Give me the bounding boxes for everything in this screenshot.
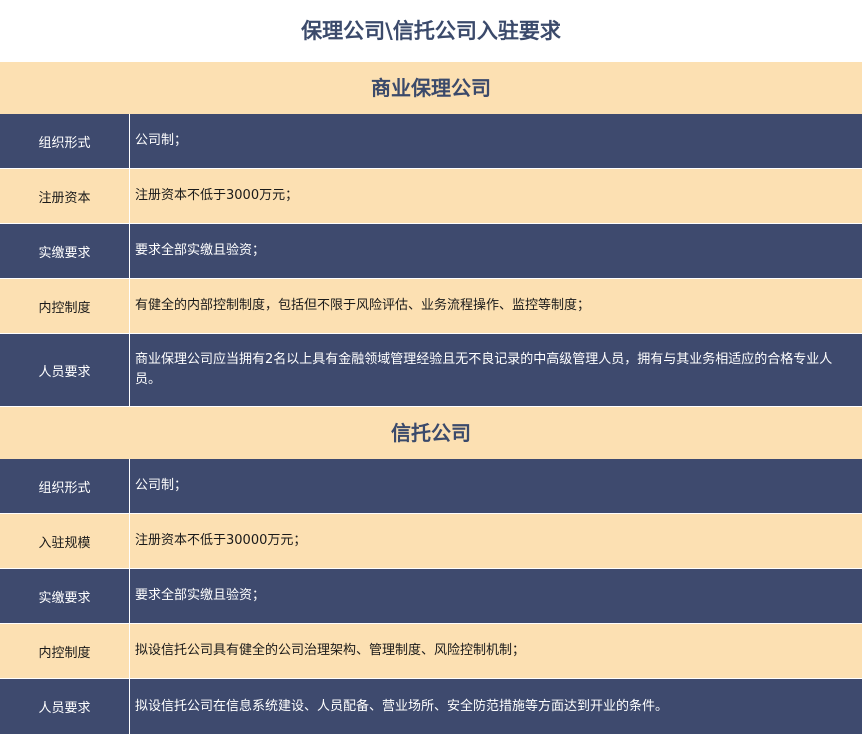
table-row: 注册资本 注册资本不低于3000万元； bbox=[0, 169, 862, 224]
table-row: 人员要求 拟设信托公司在信息系统建设、人员配备、营业场所、安全防范措施等方面达到… bbox=[0, 679, 862, 735]
table-row: 实缴要求 要求全部实缴且验资； bbox=[0, 224, 862, 279]
row-value: 注册资本不低于3000万元； bbox=[135, 188, 299, 203]
table-row: 组织形式 公司制； bbox=[0, 114, 862, 169]
row-value: 拟设信托公司在信息系统建设、人员配备、营业场所、安全防范措施等方面达到开业的条件… bbox=[135, 698, 669, 714]
page-title: 保理公司\信托公司入驻要求 bbox=[0, 0, 862, 62]
table-row: 人员要求 商业保理公司应当拥有2名以上具有金融领域管理经验且无不良记录的中高级管… bbox=[0, 334, 862, 407]
section-header-factoring: 商业保理公司 bbox=[0, 62, 862, 114]
row-value: 商业保理公司应当拥有2名以上具有金融领域管理经验且无不良记录的中高级管理人员，拥… bbox=[135, 352, 833, 387]
row-label: 实缴要求 bbox=[0, 224, 130, 278]
row-label: 入驻规模 bbox=[0, 514, 130, 568]
row-value: 公司制； bbox=[135, 478, 188, 493]
row-label: 人员要求 bbox=[0, 679, 130, 734]
row-label: 内控制度 bbox=[0, 279, 130, 333]
requirements-table-factoring: 组织形式 公司制； 注册资本 注册资本不低于3000万元； 实缴要求 要求全部实… bbox=[0, 114, 862, 407]
row-value: 有健全的内部控制制度，包括但不限于风险评估、业务流程操作、监控等制度； bbox=[135, 298, 591, 313]
row-value: 注册资本不低于30000万元； bbox=[135, 533, 307, 548]
row-label: 组织形式 bbox=[0, 459, 130, 513]
table-row: 入驻规模 注册资本不低于30000万元； bbox=[0, 514, 862, 569]
table-row: 组织形式 公司制； bbox=[0, 459, 862, 514]
table-row: 内控制度 有健全的内部控制制度，包括但不限于风险评估、业务流程操作、监控等制度； bbox=[0, 279, 862, 334]
row-value: 要求全部实缴且验资； bbox=[135, 588, 266, 603]
row-label: 人员要求 bbox=[0, 334, 130, 406]
requirements-table-trust: 组织形式 公司制； 入驻规模 注册资本不低于30000万元； 实缴要求 要求全部… bbox=[0, 459, 862, 735]
row-label: 内控制度 bbox=[0, 624, 130, 678]
table-row: 实缴要求 要求全部实缴且验资； bbox=[0, 569, 862, 624]
row-label: 注册资本 bbox=[0, 169, 130, 223]
row-value: 公司制； bbox=[135, 133, 188, 148]
table-row: 内控制度 拟设信托公司具有健全的公司治理架构、管理制度、风险控制机制； bbox=[0, 624, 862, 679]
row-value: 要求全部实缴且验资； bbox=[135, 243, 266, 258]
requirements-page: 保理公司\信托公司入驻要求 商业保理公司 组织形式 公司制； 注册资本 注册资本… bbox=[0, 0, 862, 737]
row-label: 实缴要求 bbox=[0, 569, 130, 623]
row-label: 组织形式 bbox=[0, 114, 130, 168]
row-value: 拟设信托公司具有健全的公司治理架构、管理制度、风险控制机制； bbox=[135, 643, 526, 658]
section-header-trust: 信托公司 bbox=[0, 407, 862, 459]
